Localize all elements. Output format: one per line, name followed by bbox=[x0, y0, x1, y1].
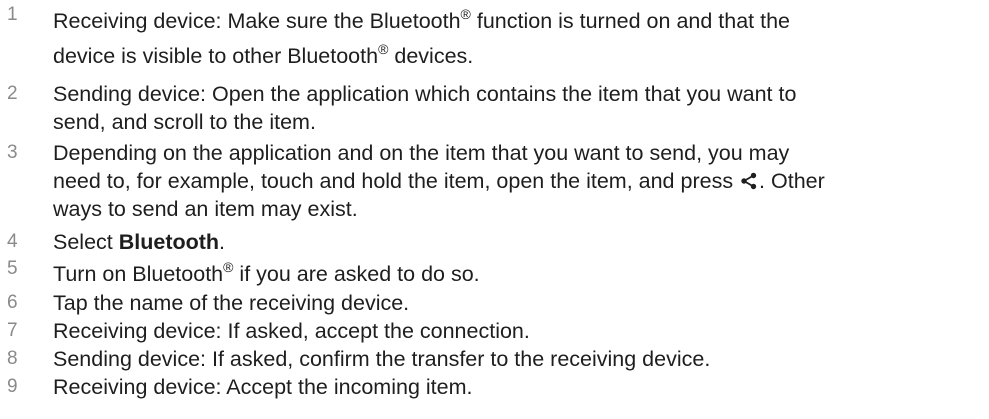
bluetooth-option: Bluetooth bbox=[118, 230, 220, 254]
instruction-steps: 1 Receiving device: Make sure the Blueto… bbox=[0, 0, 989, 419]
step-text: Receiving device: Make sure the Bluetoot… bbox=[53, 6, 791, 33]
step-label: Sending device bbox=[53, 82, 201, 106]
step-text: Sending device: If asked, confirm the tr… bbox=[53, 347, 711, 371]
step-text-continued: need to, for example, touch and hold the… bbox=[53, 169, 825, 193]
step-text: Receiving device: If asked, accept the c… bbox=[53, 319, 530, 343]
registered-mark: ® bbox=[223, 259, 234, 275]
step-number: 4 bbox=[7, 231, 18, 252]
step-label: Receiving device bbox=[53, 319, 216, 343]
step-text: Select Bluetooth. bbox=[53, 230, 226, 254]
step-number: 7 bbox=[7, 320, 18, 341]
step-text-continued: ways to send an item may exist. bbox=[53, 197, 358, 221]
share-icon bbox=[739, 169, 759, 190]
registered-mark: ® bbox=[378, 41, 389, 57]
step-number: 1 bbox=[7, 4, 18, 25]
step-text: Tap the name of the receiving device. bbox=[53, 291, 410, 315]
step-number: 5 bbox=[7, 258, 18, 279]
step-text: Sending device: Open the application whi… bbox=[53, 82, 797, 106]
step-number: 9 bbox=[7, 376, 18, 397]
step-number: 2 bbox=[7, 83, 18, 104]
step-number: 6 bbox=[7, 292, 18, 313]
step-text-continued: send, and scroll to the item. bbox=[53, 110, 316, 134]
registered-mark: ® bbox=[460, 6, 471, 22]
step-text: Depending on the application and on the … bbox=[53, 141, 790, 165]
step-text-continued: device is visible to other Bluetooth® de… bbox=[53, 41, 474, 68]
step-text: Turn on Bluetooth® if you are asked to d… bbox=[53, 259, 480, 286]
step-number: 3 bbox=[7, 142, 18, 163]
step-label: Sending device bbox=[53, 347, 201, 371]
step-label: Receiving device bbox=[53, 375, 216, 399]
step-text: Receiving device: Accept the incoming it… bbox=[53, 375, 473, 399]
step-label: Receiving device bbox=[53, 9, 216, 33]
step-number: 8 bbox=[7, 348, 18, 369]
